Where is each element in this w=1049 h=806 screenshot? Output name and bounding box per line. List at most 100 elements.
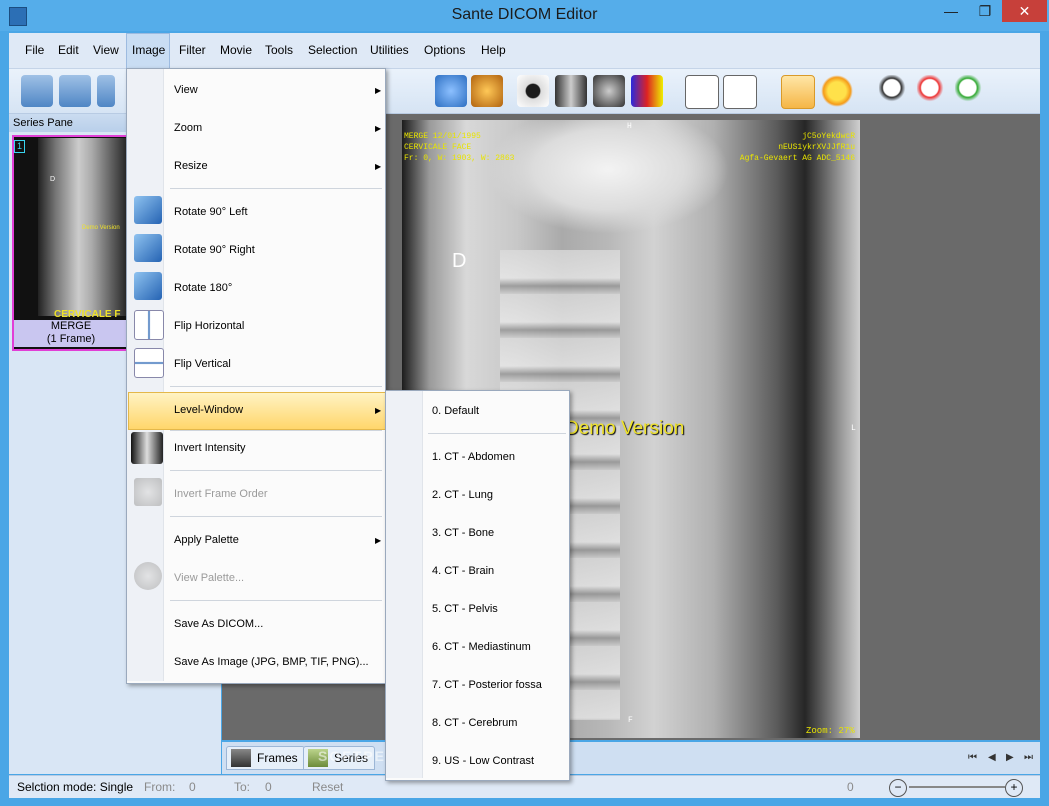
lw-item-lung[interactable]: 2. CT - Lung xyxy=(432,489,493,501)
lw-item-pelvis[interactable]: 5. CT - Pelvis xyxy=(432,603,498,615)
tab-frames-label: Frames xyxy=(257,751,298,765)
menu-item-level-window[interactable]: Level-Window xyxy=(174,404,243,416)
zoom-in-icon[interactable]: + xyxy=(1005,779,1023,797)
submenu-arrow-icon: ▶ xyxy=(375,406,382,415)
minimize-button[interactable]: — xyxy=(938,0,964,22)
zoom-actual-icon[interactable] xyxy=(955,75,987,107)
zoom-slider[interactable] xyxy=(909,786,1005,788)
invert-frame-order-icon xyxy=(134,478,162,506)
overlay-top-left-2: CERVICALE FACE xyxy=(404,143,472,152)
tab-frames[interactable]: Frames xyxy=(226,746,305,770)
invert-intensity-icon xyxy=(131,432,163,464)
rotate-right-icon xyxy=(134,234,162,262)
menu-help[interactable]: Help xyxy=(481,43,506,57)
submenu-gutter xyxy=(386,391,423,778)
link-icon[interactable] xyxy=(435,75,467,107)
lw-item-abdomen[interactable]: 1. CT - Abdomen xyxy=(432,451,515,463)
menu-selection[interactable]: Selection xyxy=(308,43,357,57)
next-frame-icon[interactable]: ▶ xyxy=(1006,752,1014,763)
zoom-overlay: Zoom: 27% xyxy=(806,726,855,736)
rotate-180-icon xyxy=(134,272,162,300)
window-title: Sante DICOM Editor xyxy=(451,6,598,23)
zoom-out-icon[interactable]: − xyxy=(889,779,907,797)
thumbnail-series-name: MERGE xyxy=(50,320,92,332)
menu-item-resize[interactable]: Resize xyxy=(174,160,208,172)
orientation-top: H xyxy=(627,122,632,131)
lw-item-mediastinum[interactable]: 6. CT - Mediastinum xyxy=(432,641,531,653)
lw-item-bone[interactable]: 3. CT - Bone xyxy=(432,527,494,539)
series-pane-title: Series Pane xyxy=(13,117,73,129)
reset-button[interactable]: Reset xyxy=(312,776,343,798)
menu-item-apply-palette[interactable]: Apply Palette xyxy=(174,534,239,546)
menu-item-flip-horizontal[interactable]: Flip Horizontal xyxy=(174,320,244,332)
menu-separator xyxy=(428,433,566,434)
overlay-top-left-3: Fr: 0, W: 1903, W: 2863 xyxy=(404,154,515,163)
menu-utilities[interactable]: Utilities xyxy=(370,43,409,57)
lw-item-brain[interactable]: 4. CT - Brain xyxy=(432,565,494,577)
lw-item-cerebrum[interactable]: 8. CT - Cerebrum xyxy=(432,717,517,729)
menu-tools[interactable]: Tools xyxy=(265,43,293,57)
zoom-icon[interactable] xyxy=(879,75,911,107)
eye-icon[interactable] xyxy=(517,75,549,107)
lw-item-posterior-fossa[interactable]: 7. CT - Posterior fossa xyxy=(432,679,542,691)
last-frame-icon[interactable]: ⏭ xyxy=(1024,752,1033,763)
first-frame-icon[interactable]: ⏮ xyxy=(968,752,977,763)
brightness-icon[interactable] xyxy=(821,75,853,107)
menu-movie[interactable]: Movie xyxy=(220,43,252,57)
menu-image[interactable]: Image xyxy=(132,43,165,57)
window-icon[interactable] xyxy=(685,75,719,109)
hand-tool-icon[interactable] xyxy=(781,75,815,109)
flip-vertical-icon xyxy=(134,348,164,378)
menu-item-save-dicom[interactable]: Save As DICOM... xyxy=(174,618,263,630)
from-value[interactable]: 0 xyxy=(189,776,196,798)
prev-frame-icon[interactable]: ◀ xyxy=(988,752,996,763)
maximize-button[interactable]: ❐ xyxy=(972,0,998,22)
menu-item-save-image[interactable]: Save As Image (JPG, BMP, TIF, PNG)... xyxy=(174,656,369,668)
menu-item-view[interactable]: View xyxy=(174,84,198,96)
menu-item-rotate-180[interactable]: Rotate 180° xyxy=(174,282,232,294)
palette-icon[interactable] xyxy=(631,75,663,107)
menu-item-invert-intensity[interactable]: Invert Intensity xyxy=(174,442,246,454)
menu-item-rotate-right[interactable]: Rotate 90° Right xyxy=(174,244,255,256)
menu-item-invert-frame-order: Invert Frame Order xyxy=(174,488,268,500)
open-folder-icon[interactable] xyxy=(21,75,53,107)
menu-edit[interactable]: Edit xyxy=(58,43,79,57)
folder-icon[interactable] xyxy=(59,75,91,107)
close-button[interactable]: ✕ xyxy=(1002,0,1047,22)
flip-horizontal-icon xyxy=(134,310,164,340)
menu-file[interactable]: File xyxy=(25,43,44,57)
thumbnail-index: 1 xyxy=(14,140,25,153)
menu-options[interactable]: Options xyxy=(424,43,465,57)
thumbnail-demo-text: Demo Version xyxy=(82,225,120,231)
frames-icon xyxy=(231,749,251,767)
zoom-value: 0 xyxy=(847,780,854,794)
overlay-top-right-2: nEUS1ykrXVJJfR1u xyxy=(778,143,855,152)
submenu-arrow-icon: ▶ xyxy=(375,124,382,133)
overlay-top-left-1: MERGE 12/01/1995 xyxy=(404,132,481,141)
submenu-arrow-icon: ▶ xyxy=(375,162,382,171)
window-select-icon[interactable] xyxy=(723,75,757,109)
zoom-fit-icon[interactable] xyxy=(917,75,949,107)
submenu-arrow-icon: ▶ xyxy=(375,536,382,545)
folder-stack-icon[interactable] xyxy=(97,75,115,107)
menu-separator xyxy=(170,386,382,387)
overlay-top-right-3: Agfa-Gevaert AG ADC_5146 xyxy=(739,154,855,163)
overlay-top-right-1: jC5oYekdwcR xyxy=(802,132,855,141)
menu-separator xyxy=(170,430,382,431)
menu-item-zoom[interactable]: Zoom xyxy=(174,122,202,134)
gear-icon[interactable] xyxy=(471,75,503,107)
xray-brain-icon[interactable] xyxy=(593,75,625,107)
menu-view[interactable]: View xyxy=(93,43,119,57)
orientation-right: L xyxy=(851,424,856,433)
lw-item-default[interactable]: 0. Default xyxy=(432,405,479,417)
menu-filter[interactable]: Filter xyxy=(179,43,206,57)
menu-item-flip-vertical[interactable]: Flip Vertical xyxy=(174,358,231,370)
lw-item-us-low-contrast[interactable]: 9. US - Low Contrast xyxy=(432,755,534,767)
rotate-left-icon xyxy=(134,196,162,224)
to-value[interactable]: 0 xyxy=(265,776,272,798)
title-bar: Sante DICOM Editor — ❐ ✕ xyxy=(0,0,1049,31)
xray-chest-icon[interactable] xyxy=(555,75,587,107)
menu-item-rotate-left[interactable]: Rotate 90° Left xyxy=(174,206,248,218)
thumbnail-frame-count: (1 Frame) xyxy=(46,333,96,345)
menu-item-view-palette: View Palette... xyxy=(174,572,245,584)
